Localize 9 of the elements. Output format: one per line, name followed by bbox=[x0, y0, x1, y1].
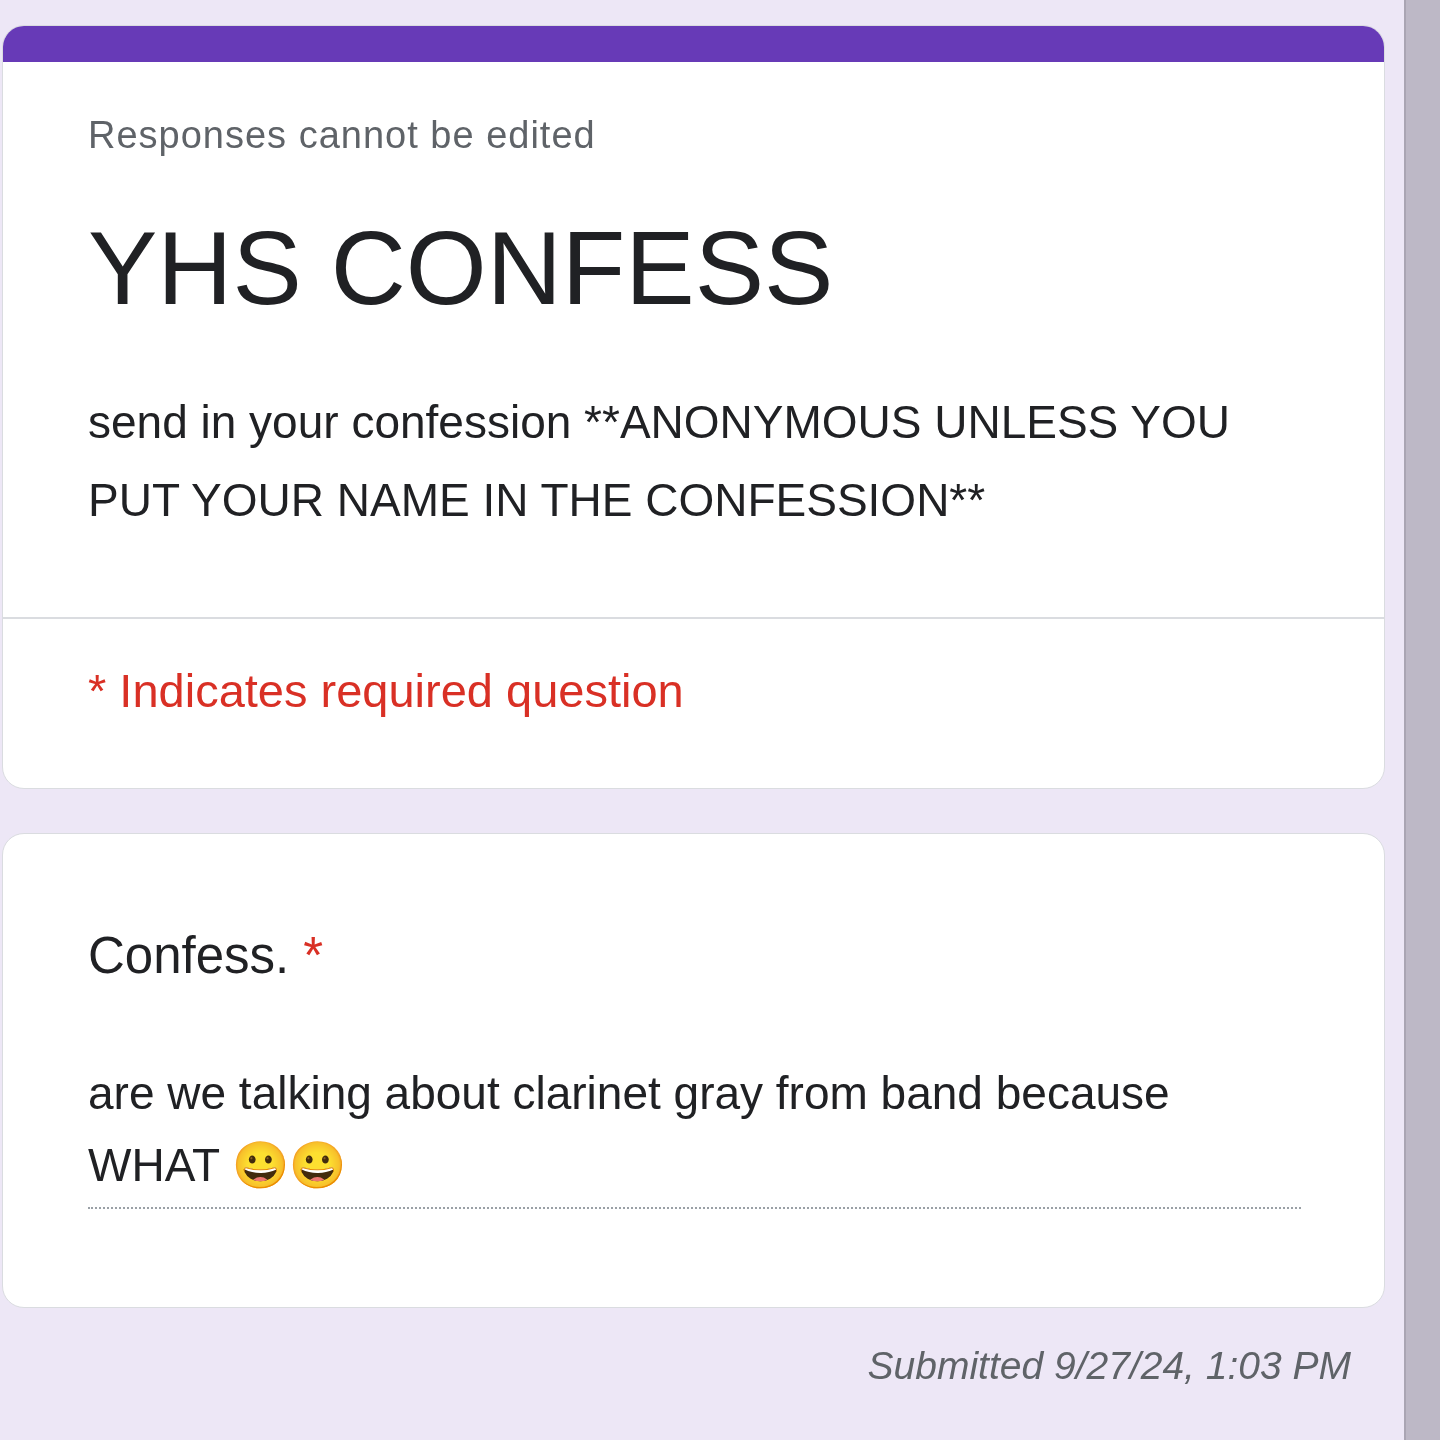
question-title: Confess. bbox=[88, 926, 290, 986]
submitted-text: Submitted 9/27/24, 1:03 PM bbox=[867, 1344, 1351, 1389]
required-note: * Indicates required question bbox=[87, 663, 685, 720]
scrollbar[interactable] bbox=[1404, 0, 1440, 1440]
form-title: YHS CONFESS bbox=[88, 211, 835, 326]
notice-text: Responses cannot be edited bbox=[88, 114, 597, 157]
answer-text: are we talking about clarinet gray from band because WHAT 😀😀 bbox=[88, 1057, 1301, 1210]
form-description: send in your confession **ANONYMOUS UNLESS YOU PUT YOUR NAME IN THE CONFESSION** bbox=[88, 395, 1231, 529]
required-mark: * bbox=[303, 926, 324, 986]
